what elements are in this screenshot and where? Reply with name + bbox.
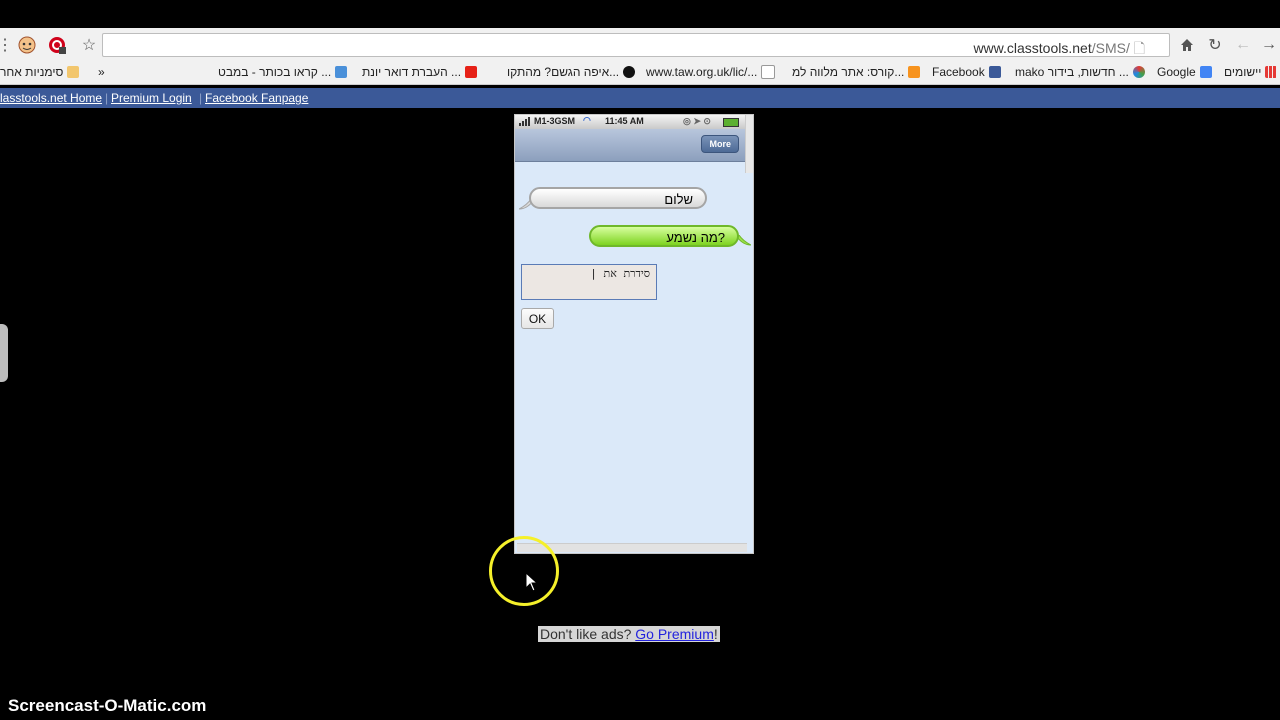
more-button[interactable]: More bbox=[701, 135, 739, 153]
phone-status-bar: M1-3GSM ◠ 11:45 AM ◎ ➤ ⊙ bbox=[515, 115, 753, 129]
bookmark-overflow-chevron[interactable]: » bbox=[98, 65, 105, 79]
mako-icon bbox=[1132, 66, 1145, 78]
bookmark-item[interactable]: קראו בכותר - במבט ... bbox=[218, 65, 348, 79]
bookmark-google[interactable]: Google bbox=[1157, 65, 1212, 79]
bookmark-item[interactable]: איפה הגשם? מהתקו... bbox=[507, 65, 636, 79]
site-nav-bar: classtools.net Home | Premium Login | Fa… bbox=[0, 88, 1280, 108]
phone-vertical-scrollbar[interactable] bbox=[745, 115, 753, 173]
side-tab[interactable] bbox=[0, 324, 8, 382]
back-icon[interactable]: → bbox=[1258, 34, 1280, 56]
cursor-highlight-ring bbox=[489, 536, 559, 606]
bookmark-item[interactable]: קורס: אתר מלווה למ... bbox=[792, 65, 921, 79]
nav-facebook-fanpage-link[interactable]: Facebook Fanpage bbox=[205, 91, 308, 105]
address-bar[interactable]: www.classtools.net/SMS/ 🗋 bbox=[102, 33, 1170, 57]
nav-separator: | bbox=[199, 91, 203, 105]
nav-separator: | bbox=[105, 91, 109, 105]
forward-icon[interactable]: ← bbox=[1232, 34, 1254, 56]
site-icon bbox=[335, 66, 348, 78]
youtube-icon bbox=[465, 66, 478, 78]
google-icon bbox=[1199, 66, 1212, 78]
message-input[interactable]: סידרת את | bbox=[521, 264, 657, 300]
mouse-pointer-icon bbox=[525, 572, 539, 592]
page-icon bbox=[761, 65, 776, 79]
battery-icon bbox=[723, 118, 739, 127]
ok-button[interactable]: OK bbox=[521, 308, 554, 329]
nav-home-link[interactable]: classtools.net Home bbox=[0, 91, 102, 105]
bookmark-item[interactable]: העברת דואר יונת ... bbox=[362, 65, 478, 79]
bookmarks-bar: סימניות אחר » קראו בכותר - במבט ... העבר… bbox=[0, 62, 1280, 85]
folder-icon bbox=[67, 66, 80, 78]
url-text: www.classtools.net/SMS/ 🗋 bbox=[973, 40, 1145, 56]
carrier-label: M1-3GSM bbox=[534, 116, 576, 126]
bookmark-other-bookmarks[interactable]: סימניות אחר bbox=[0, 65, 80, 79]
moodle-icon bbox=[908, 66, 921, 78]
incoming-message-bubble: שלום bbox=[529, 187, 707, 209]
bookmark-item[interactable]: www.taw.org.uk/lic/... bbox=[646, 65, 776, 79]
ad-banner: Don't like ads? Go Premium! bbox=[538, 626, 720, 642]
wifi-icon: ◠ bbox=[583, 115, 591, 125]
phone-frame: M1-3GSM ◠ 11:45 AM ◎ ➤ ⊙ More שלום ?מה נ… bbox=[514, 114, 754, 554]
phone-nav-bar: More bbox=[515, 129, 753, 162]
bookmark-facebook[interactable]: Facebook bbox=[932, 65, 1001, 79]
status-icons: ◎ ➤ ⊙ bbox=[683, 116, 711, 126]
window-top-strip bbox=[0, 0, 1280, 28]
apps-icon bbox=[1265, 66, 1278, 78]
bookmark-star-icon[interactable]: ☆ bbox=[78, 34, 100, 56]
info-icon bbox=[623, 66, 636, 78]
reload-icon[interactable]: ↻ bbox=[1204, 34, 1226, 56]
clock-label: 11:45 AM bbox=[605, 116, 644, 126]
bookmark-mako[interactable]: mako חדשות, בידור ... bbox=[1015, 65, 1145, 79]
facebook-icon bbox=[988, 66, 1001, 78]
home-icon[interactable] bbox=[1176, 34, 1198, 56]
outgoing-message-bubble: ?מה נשמע bbox=[589, 225, 739, 247]
signal-icon bbox=[519, 116, 531, 128]
text-caret: | bbox=[590, 267, 597, 280]
go-premium-link[interactable]: Go Premium bbox=[635, 626, 714, 642]
bookmark-apps[interactable]: יישומים bbox=[1224, 65, 1278, 79]
nav-premium-login-link[interactable]: Premium Login bbox=[111, 91, 192, 105]
screencast-watermark: Screencast-O-Matic.com bbox=[8, 696, 207, 715]
menu-icon[interactable]: ⋮ bbox=[0, 34, 13, 56]
page-icon: 🗋 bbox=[1133, 40, 1145, 56]
extension-avatar-icon[interactable] bbox=[16, 34, 38, 56]
adblock-icon[interactable] bbox=[46, 34, 68, 56]
